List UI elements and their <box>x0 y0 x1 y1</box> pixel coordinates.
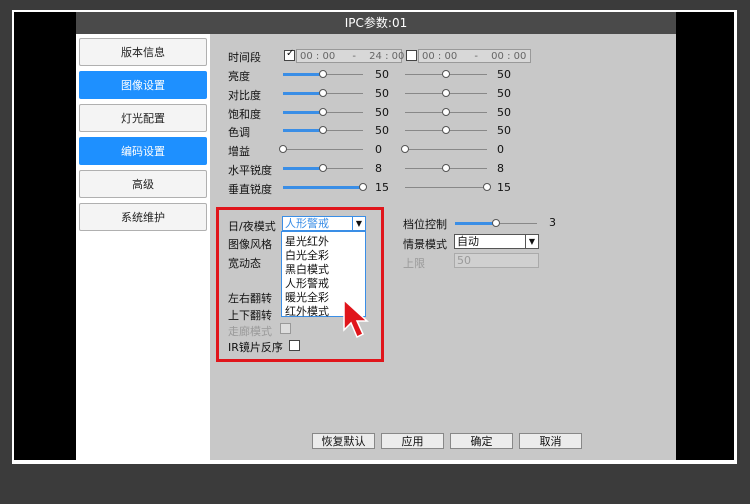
right-black-bar <box>676 12 734 460</box>
upper-limit-label: 上限 <box>403 257 425 270</box>
time-range-2-end: 00 : 00 <box>491 51 527 62</box>
slider-knob[interactable] <box>442 108 450 116</box>
ok-button[interactable]: 确定 <box>450 433 513 449</box>
scene-mode-value: 自动 <box>457 235 479 248</box>
time-period-label: 时间段 <box>228 51 261 64</box>
slider-value: 15 <box>375 181 389 194</box>
level-fill <box>455 222 496 225</box>
slider-value: 50 <box>497 106 511 119</box>
restore-defaults-button[interactable]: 恢复默认 <box>312 433 375 449</box>
slider-track <box>283 149 363 150</box>
slider-fill <box>283 186 363 189</box>
nav-image-settings[interactable]: 图像设置 <box>79 71 207 99</box>
slider-value: 0 <box>497 143 504 156</box>
slider-knob[interactable] <box>279 145 287 153</box>
slider-knob[interactable] <box>359 183 367 191</box>
slider-label: 增益 <box>228 145 250 158</box>
slider-fill <box>283 111 323 114</box>
slider-fill <box>283 92 323 95</box>
slider-value: 50 <box>497 87 511 100</box>
slider-fill <box>283 129 323 132</box>
slider-label: 水平锐度 <box>228 164 272 177</box>
time-range-2[interactable]: 00 : 00 - 00 : 00 <box>418 49 531 63</box>
slider-label: 垂直锐度 <box>228 183 272 196</box>
slider-value: 50 <box>497 68 511 81</box>
slider-label: 色调 <box>228 126 250 139</box>
slider-knob[interactable] <box>319 126 327 134</box>
slider-track <box>405 187 487 188</box>
nav-version-info[interactable]: 版本信息 <box>79 38 207 66</box>
slider-value: 8 <box>497 162 504 175</box>
slider-knob[interactable] <box>319 164 327 172</box>
level-value: 3 <box>549 216 556 229</box>
slider-value: 15 <box>497 181 511 194</box>
nav-light-config[interactable]: 灯光配置 <box>79 104 207 132</box>
cursor-arrow-icon <box>343 298 369 339</box>
slider-value: 50 <box>375 124 389 137</box>
time-range-1[interactable]: 00 : 00 - 24 : 00 <box>296 49 405 63</box>
slider-track <box>405 149 487 150</box>
slider-knob[interactable] <box>319 70 327 78</box>
check-icon: ✓ <box>286 48 295 59</box>
slider-knob[interactable] <box>401 145 409 153</box>
time-range-1-end: 24 : 00 <box>369 51 405 62</box>
upper-limit-value: 50 <box>457 254 471 267</box>
left-nav: 版本信息 图像设置 灯光配置 编码设置 高级 系统维护 <box>76 34 210 460</box>
slider-value: 50 <box>497 124 511 137</box>
time-period-checkbox-2[interactable] <box>406 50 417 61</box>
slider-label: 饱和度 <box>228 108 261 121</box>
upper-limit-input[interactable]: 50 <box>454 253 539 268</box>
time-range-1-start: 00 : 00 <box>300 51 336 62</box>
scene-mode-label: 情景模式 <box>403 238 447 251</box>
slider-knob[interactable] <box>442 126 450 134</box>
slider-knob[interactable] <box>483 183 491 191</box>
slider-fill <box>283 73 323 76</box>
slider-knob[interactable] <box>319 89 327 97</box>
slider-knob[interactable] <box>442 70 450 78</box>
slider-label: 亮度 <box>228 70 250 83</box>
apply-button[interactable]: 应用 <box>381 433 444 449</box>
time-range-2-sep: - <box>474 51 478 62</box>
level-control-label: 档位控制 <box>403 218 447 231</box>
slider-label: 对比度 <box>228 89 261 102</box>
slider-knob[interactable] <box>442 89 450 97</box>
nav-system-maintenance[interactable]: 系统维护 <box>79 203 207 231</box>
slider-value: 50 <box>375 106 389 119</box>
slider-value: 50 <box>375 68 389 81</box>
time-range-2-start: 00 : 00 <box>422 51 458 62</box>
slider-value: 8 <box>375 162 382 175</box>
slider-knob[interactable] <box>319 108 327 116</box>
level-knob[interactable] <box>492 219 500 227</box>
nav-encoding[interactable]: 编码设置 <box>79 137 207 165</box>
slider-knob[interactable] <box>442 164 450 172</box>
left-black-bar <box>14 12 76 460</box>
chevron-down-icon: ▼ <box>525 235 538 248</box>
window-titlebar: IPC参数:01 <box>76 12 676 34</box>
slider-fill <box>283 167 323 170</box>
slider-value: 0 <box>375 143 382 156</box>
cancel-button[interactable]: 取消 <box>519 433 582 449</box>
time-range-1-sep: - <box>352 51 356 62</box>
slider-value: 50 <box>375 87 389 100</box>
nav-advanced[interactable]: 高级 <box>79 170 207 198</box>
time-period-checkbox-1[interactable]: ✓ <box>284 48 295 61</box>
scene-mode-select[interactable]: 自动 ▼ <box>454 234 539 249</box>
